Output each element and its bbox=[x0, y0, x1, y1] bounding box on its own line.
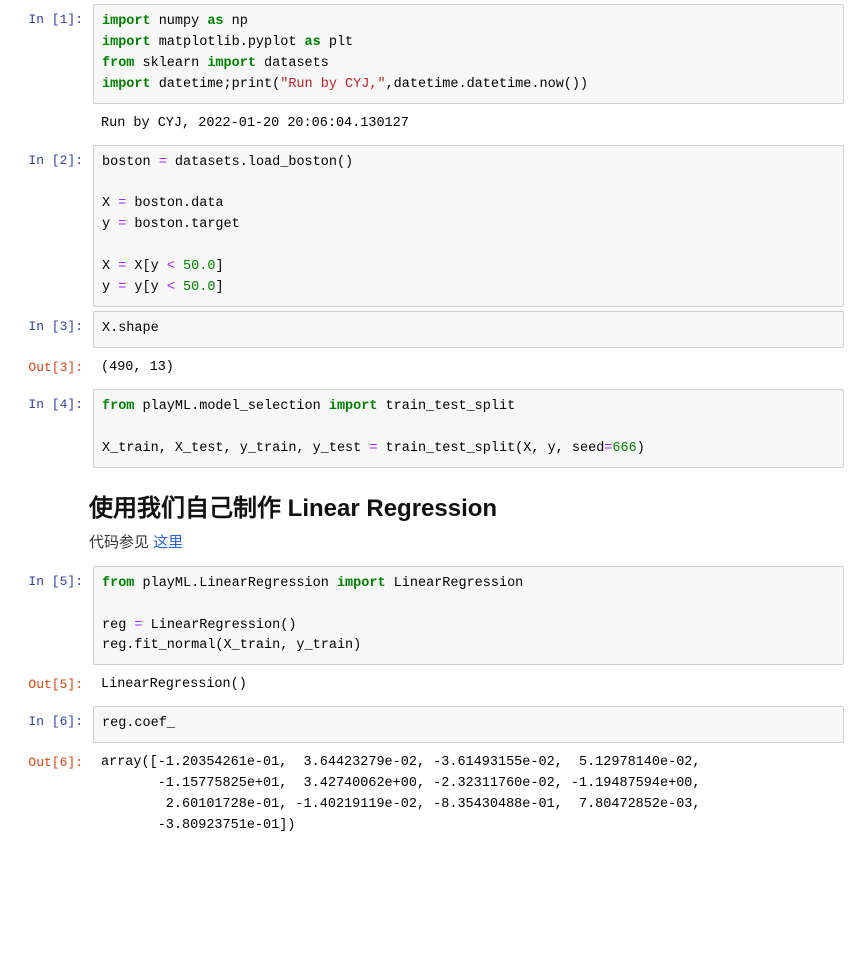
code-content-5: from playML.LinearRegression import Line… bbox=[102, 574, 835, 658]
code-cell-5: In [5]: from playML.LinearRegression imp… bbox=[0, 566, 858, 666]
markdown-paragraph: 代码参见 这里 bbox=[89, 531, 850, 552]
code-cell-6: In [6]: reg.coef_ bbox=[0, 706, 858, 743]
md-text-prefix: 代码参见 bbox=[89, 534, 153, 551]
code-cell-4: In [4]: from playML.model_selection impo… bbox=[0, 389, 858, 468]
code-cell-2: In [2]: boston = datasets.load_boston() … bbox=[0, 145, 858, 307]
code-content-6: reg.coef_ bbox=[102, 714, 835, 735]
empty-prompt bbox=[8, 108, 89, 116]
code-cell-3: In [3]: X.shape bbox=[0, 311, 858, 348]
in-prompt-6: In [6]: bbox=[8, 706, 89, 729]
out-prompt-5: Out[5]: bbox=[8, 669, 89, 692]
in-prompt-2: In [2]: bbox=[8, 145, 89, 168]
code-input-6[interactable]: reg.coef_ bbox=[93, 706, 844, 743]
code-input-2[interactable]: boston = datasets.load_boston() X = bost… bbox=[93, 145, 844, 307]
out-prompt-6: Out[6]: bbox=[8, 747, 89, 770]
code-content-4: from playML.model_selection import train… bbox=[102, 397, 835, 460]
code-input-1[interactable]: import numpy as np import matplotlib.pyp… bbox=[93, 4, 844, 104]
execute-result-3: (490, 13) bbox=[93, 352, 844, 385]
in-prompt-4: In [4]: bbox=[8, 389, 89, 412]
output-cell-3: Out[3]: (490, 13) bbox=[0, 352, 858, 385]
output-cell-5: Out[5]: LinearRegression() bbox=[0, 669, 858, 702]
in-prompt-1: In [1]: bbox=[8, 4, 89, 27]
in-prompt-3: In [3]: bbox=[8, 311, 89, 334]
code-cell-1: In [1]: import numpy as np import matplo… bbox=[0, 4, 858, 104]
code-input-4[interactable]: from playML.model_selection import train… bbox=[93, 389, 844, 468]
out-prompt-3: Out[3]: bbox=[8, 352, 89, 375]
code-input-5[interactable]: from playML.LinearRegression import Line… bbox=[93, 566, 844, 666]
markdown-cell-1: 使用我们自己制作 Linear Regression 代码参见 这里 bbox=[89, 488, 850, 552]
output-text-1: Run by CYJ, 2022-01-20 20:06:04.130127 bbox=[101, 114, 836, 135]
markdown-link[interactable]: 这里 bbox=[153, 534, 183, 551]
code-input-3[interactable]: X.shape bbox=[93, 311, 844, 348]
output-cell-6: Out[6]: array([-1.20354261e-01, 3.644232… bbox=[0, 747, 858, 843]
stream-output-1: Run by CYJ, 2022-01-20 20:06:04.130127 bbox=[93, 108, 844, 141]
code-content-2: boston = datasets.load_boston() X = bost… bbox=[102, 153, 835, 299]
output-text-3: (490, 13) bbox=[101, 358, 836, 379]
in-prompt-5: In [5]: bbox=[8, 566, 89, 589]
execute-result-6: array([-1.20354261e-01, 3.64423279e-02, … bbox=[93, 747, 844, 843]
execute-result-5: LinearRegression() bbox=[93, 669, 844, 702]
output-cell-1: Run by CYJ, 2022-01-20 20:06:04.130127 bbox=[0, 108, 858, 141]
markdown-heading: 使用我们自己制作 Linear Regression bbox=[89, 488, 850, 523]
code-content-1: import numpy as np import matplotlib.pyp… bbox=[102, 12, 835, 96]
output-text-5: LinearRegression() bbox=[101, 675, 836, 696]
output-text-6: array([-1.20354261e-01, 3.64423279e-02, … bbox=[101, 753, 836, 837]
code-content-3: X.shape bbox=[102, 319, 835, 340]
jupyter-notebook: In [1]: import numpy as np import matplo… bbox=[0, 4, 858, 867]
